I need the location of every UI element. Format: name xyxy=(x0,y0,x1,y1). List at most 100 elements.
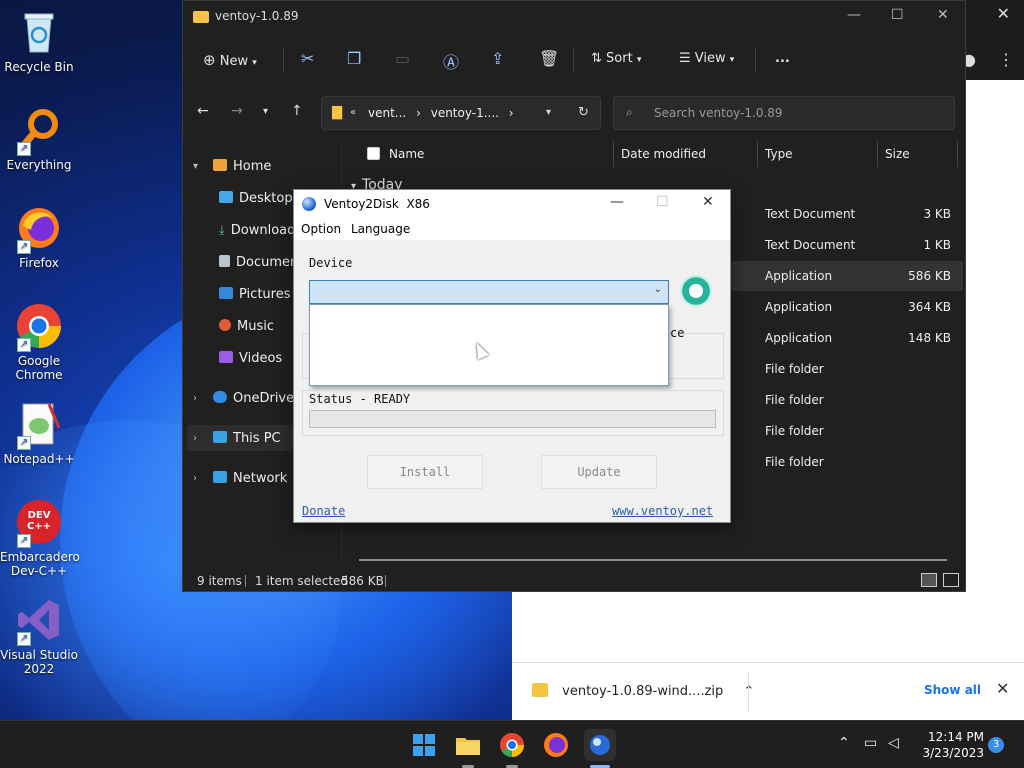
sidebar-item-desktop[interactable]: Desktop xyxy=(219,191,293,206)
close-icon[interactable]: ✕ xyxy=(702,194,714,210)
sidebar-item-network[interactable]: Network xyxy=(213,471,287,486)
sidebar-item-label: OneDrive xyxy=(233,391,295,406)
more-options-button[interactable]: ... xyxy=(775,51,790,66)
device-dropdown[interactable]: ⌄ xyxy=(309,280,669,304)
shortcut-arrow-icon: ↗ xyxy=(17,534,31,548)
donate-link[interactable]: Donate xyxy=(302,504,345,518)
rename-icon[interactable]: Ⓐ xyxy=(443,49,459,73)
up-arrow-icon[interactable]: ↑ xyxy=(291,103,303,119)
sort-button[interactable]: ⇅ Sort ▾ xyxy=(591,51,641,66)
details-view-icon[interactable] xyxy=(921,573,937,587)
desktop-icon-everything[interactable]: ↗ Everything xyxy=(0,106,78,172)
menu-language[interactable]: Language xyxy=(351,222,410,236)
sort-icon: ⇅ xyxy=(591,51,602,66)
breadcrumb-item[interactable]: vent... xyxy=(368,106,406,120)
minimize-icon[interactable]: — xyxy=(847,7,861,23)
desktop-icon-google-chrome[interactable]: ↗ Google Chrome xyxy=(0,302,78,382)
taskbar-ventoy[interactable] xyxy=(584,729,616,761)
file-row[interactable]: Text Document 3 KB xyxy=(723,199,963,229)
sidebar-item-onedrive[interactable]: OneDrive xyxy=(213,391,294,406)
desktop-icon-embarcadero-devcpp[interactable]: DEV C++ ↗ Embarcadero Dev-C++ xyxy=(0,498,80,578)
desktop-icon-notepad-plus-plus[interactable]: ↗ Notepad++ xyxy=(0,400,78,466)
share-icon[interactable]: ⇪ xyxy=(491,49,504,68)
ventoy-logo-icon xyxy=(302,197,316,211)
collapse-chevron-icon[interactable]: › xyxy=(193,393,197,404)
taskbar-chrome[interactable] xyxy=(496,729,528,761)
column-header-date-modified[interactable]: Date modified xyxy=(621,147,706,161)
file-row[interactable]: Application 148 KB xyxy=(723,323,963,353)
file-type: Text Document xyxy=(765,238,856,252)
forward-arrow-icon[interactable]: → xyxy=(231,103,243,119)
start-button[interactable] xyxy=(408,729,440,761)
search-box[interactable]: ⌕ Search ventoy-1.0.89 xyxy=(613,96,955,130)
desktop-icon-visual-studio[interactable]: ↗ Visual Studio 2022 xyxy=(0,596,78,676)
taskbar-file-explorer[interactable] xyxy=(452,729,484,761)
menu-option[interactable]: Option xyxy=(301,222,341,236)
show-hidden-icons-chevron-icon[interactable]: ⌃ xyxy=(838,735,850,751)
paste-icon[interactable]: ▭ xyxy=(395,49,410,68)
file-row-selected[interactable]: Application 586 KB xyxy=(723,261,963,291)
desktop-icon-firefox[interactable]: ↗ Firefox xyxy=(0,204,78,270)
network-status-icon[interactable]: ▭ xyxy=(864,735,877,751)
column-header-name[interactable]: Name xyxy=(389,147,424,161)
computer-icon xyxy=(213,431,227,443)
file-type: Application xyxy=(765,331,833,345)
collapse-chevron-icon[interactable]: › xyxy=(193,433,197,444)
desktop-icon-recycle-bin[interactable]: Recycle Bin xyxy=(0,8,78,74)
select-all-checkbox[interactable] xyxy=(367,147,380,160)
refresh-devices-icon[interactable] xyxy=(680,275,712,307)
sidebar-item-this-pc[interactable]: This PC xyxy=(213,431,281,446)
download-item[interactable]: ventoy-1.0.89-wind....zip ⌃ xyxy=(532,683,754,699)
firefox-icon: ↗ xyxy=(15,204,63,254)
cut-icon[interactable]: ✂ xyxy=(301,49,314,68)
browser-menu-icon[interactable]: ⋮ xyxy=(998,50,1014,69)
delete-icon[interactable]: 🗑 xyxy=(539,49,559,68)
file-row[interactable]: File folder xyxy=(723,385,963,415)
column-header-type[interactable]: Type xyxy=(765,147,793,161)
file-type: Application xyxy=(765,269,833,283)
device-dropdown-list[interactable] xyxy=(309,304,669,386)
back-arrow-icon[interactable]: ← xyxy=(197,103,209,119)
refresh-icon[interactable]: ↻ xyxy=(578,105,589,120)
file-row[interactable]: File folder xyxy=(723,416,963,446)
sidebar-item-videos[interactable]: Videos xyxy=(219,351,282,366)
collapse-chevron-icon[interactable]: › xyxy=(193,473,197,484)
ventoy-title: Ventoy2Disk X86 xyxy=(324,197,430,211)
sidebar-item-pictures[interactable]: Pictures xyxy=(219,287,290,302)
close-download-bar-icon[interactable]: ✕ xyxy=(996,679,1009,698)
large-icons-view-icon[interactable] xyxy=(943,573,959,587)
copy-icon[interactable]: ❐ xyxy=(347,49,361,68)
close-icon[interactable]: ✕ xyxy=(937,7,949,23)
website-link[interactable]: www.ventoy.net xyxy=(612,504,713,518)
status-divider xyxy=(385,575,386,587)
minimize-icon[interactable]: — xyxy=(610,194,624,210)
notification-badge[interactable]: 3 xyxy=(988,737,1004,753)
file-row[interactable]: File folder xyxy=(723,354,963,384)
browser-close-icon[interactable]: ✕ xyxy=(997,4,1010,23)
sidebar-item-music[interactable]: Music xyxy=(219,319,274,334)
address-dropdown-icon[interactable]: ▾ xyxy=(546,107,551,118)
file-row[interactable]: Text Document 1 KB xyxy=(723,230,963,260)
breadcrumb-item[interactable]: ventoy-1.... xyxy=(431,106,499,120)
install-button[interactable]: Install xyxy=(367,455,483,489)
maximize-icon[interactable]: ☐ xyxy=(891,7,904,23)
toolbar-divider xyxy=(283,47,284,73)
taskbar-firefox[interactable] xyxy=(540,729,572,761)
file-row[interactable]: Application 364 KB xyxy=(723,292,963,322)
column-header-size[interactable]: Size xyxy=(885,147,910,161)
horizontal-scrollbar[interactable] xyxy=(359,559,947,561)
expand-chevron-icon[interactable]: ▾ xyxy=(193,161,198,172)
file-row[interactable]: File folder xyxy=(723,447,963,477)
show-all-button[interactable]: Show all xyxy=(924,683,981,697)
system-clock[interactable]: 12:14 PM 3/23/2023 xyxy=(904,729,984,761)
volume-muted-icon[interactable]: ◁ xyxy=(888,735,899,751)
sidebar-item-home[interactable]: Home xyxy=(213,159,271,174)
recent-locations-chevron-icon[interactable]: ▾ xyxy=(263,106,268,117)
file-size: 364 KB xyxy=(908,300,951,314)
address-bar[interactable]: ▇ « vent... › ventoy-1.... › ▾ ↻ xyxy=(321,96,601,130)
new-button[interactable]: ⊕ New ▾ xyxy=(203,51,257,69)
update-button[interactable]: Update xyxy=(541,455,657,489)
device-label: Device xyxy=(309,256,353,270)
view-button[interactable]: ☰ View ▾ xyxy=(679,51,734,66)
shortcut-arrow-icon: ↗ xyxy=(17,240,31,254)
